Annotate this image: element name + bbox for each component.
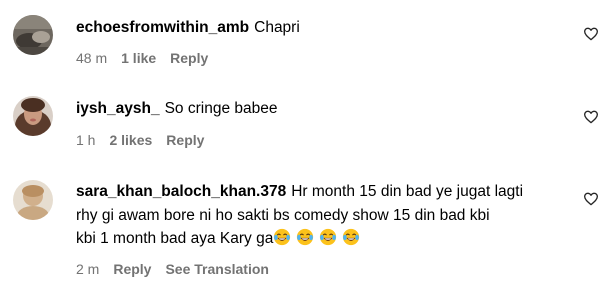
reply-button[interactable]: Reply	[166, 132, 204, 148]
comment-meta: 1 h 2 likes Reply	[76, 131, 218, 149]
comment-text-row: sara_khan_baloch_khan.378 Hr month 15 din…	[76, 181, 523, 202]
comment-text: So cringe babee	[164, 100, 278, 117]
comment-text-line-2: rhy gi awam bore ni ho sakti bs comedy s…	[76, 207, 490, 224]
reply-button[interactable]: Reply	[113, 261, 151, 277]
comment-username[interactable]: sara_khan_baloch_khan.378	[76, 183, 286, 200]
comment-likes[interactable]: 1 like	[121, 50, 156, 66]
avatar[interactable]	[13, 15, 53, 55]
comment-item: iysh_aysh_ So cringe babee 1 h 2 likes Repl…	[0, 80, 608, 166]
reply-button[interactable]: Reply	[170, 50, 208, 66]
face-with-tears-of-joy-icon	[297, 228, 314, 246]
comment-username[interactable]: iysh_aysh_	[76, 100, 160, 117]
comment-text-row: iysh_aysh_ So cringe babee	[76, 98, 277, 119]
heart-outline-icon[interactable]	[583, 26, 599, 42]
avatar[interactable]	[13, 96, 53, 136]
comment-text-line-3: kbi 1 month bad aya Kary ga	[76, 230, 274, 247]
comment-text: Chapri	[254, 19, 300, 36]
comment-meta: 48 m 1 like Reply	[76, 49, 222, 67]
face-with-tears-of-joy-icon	[274, 228, 291, 246]
face-with-tears-of-joy-icon	[343, 228, 360, 246]
comment-text-line-1: Hr month 15 din bad ye jugat lagti	[291, 183, 524, 200]
heart-outline-icon[interactable]	[583, 191, 599, 207]
comment-meta: 2 m Reply See Translation	[76, 260, 283, 278]
see-translation-button[interactable]: See Translation	[165, 261, 268, 277]
comment-text-row: echoesfromwithin_amb Chapri	[76, 17, 300, 38]
heart-outline-icon[interactable]	[583, 109, 599, 125]
face-with-tears-of-joy-icon	[320, 228, 337, 246]
comment-likes[interactable]: 2 likes	[109, 132, 152, 148]
comment-item: sara_khan_baloch_khan.378 Hr month 15 din…	[0, 166, 608, 281]
comment-time: 48 m	[76, 50, 108, 66]
comment-text-line-3-row: kbi 1 month bad aya Kary ga	[76, 228, 365, 249]
avatar[interactable]	[13, 180, 53, 220]
comment-item: echoesfromwithin_amb Chapri 48 m 1 like Rep…	[0, 0, 608, 80]
comment-time: 2 m	[76, 261, 100, 277]
comment-time: 1 h	[76, 132, 96, 148]
comment-username[interactable]: echoesfromwithin_amb	[76, 19, 249, 36]
